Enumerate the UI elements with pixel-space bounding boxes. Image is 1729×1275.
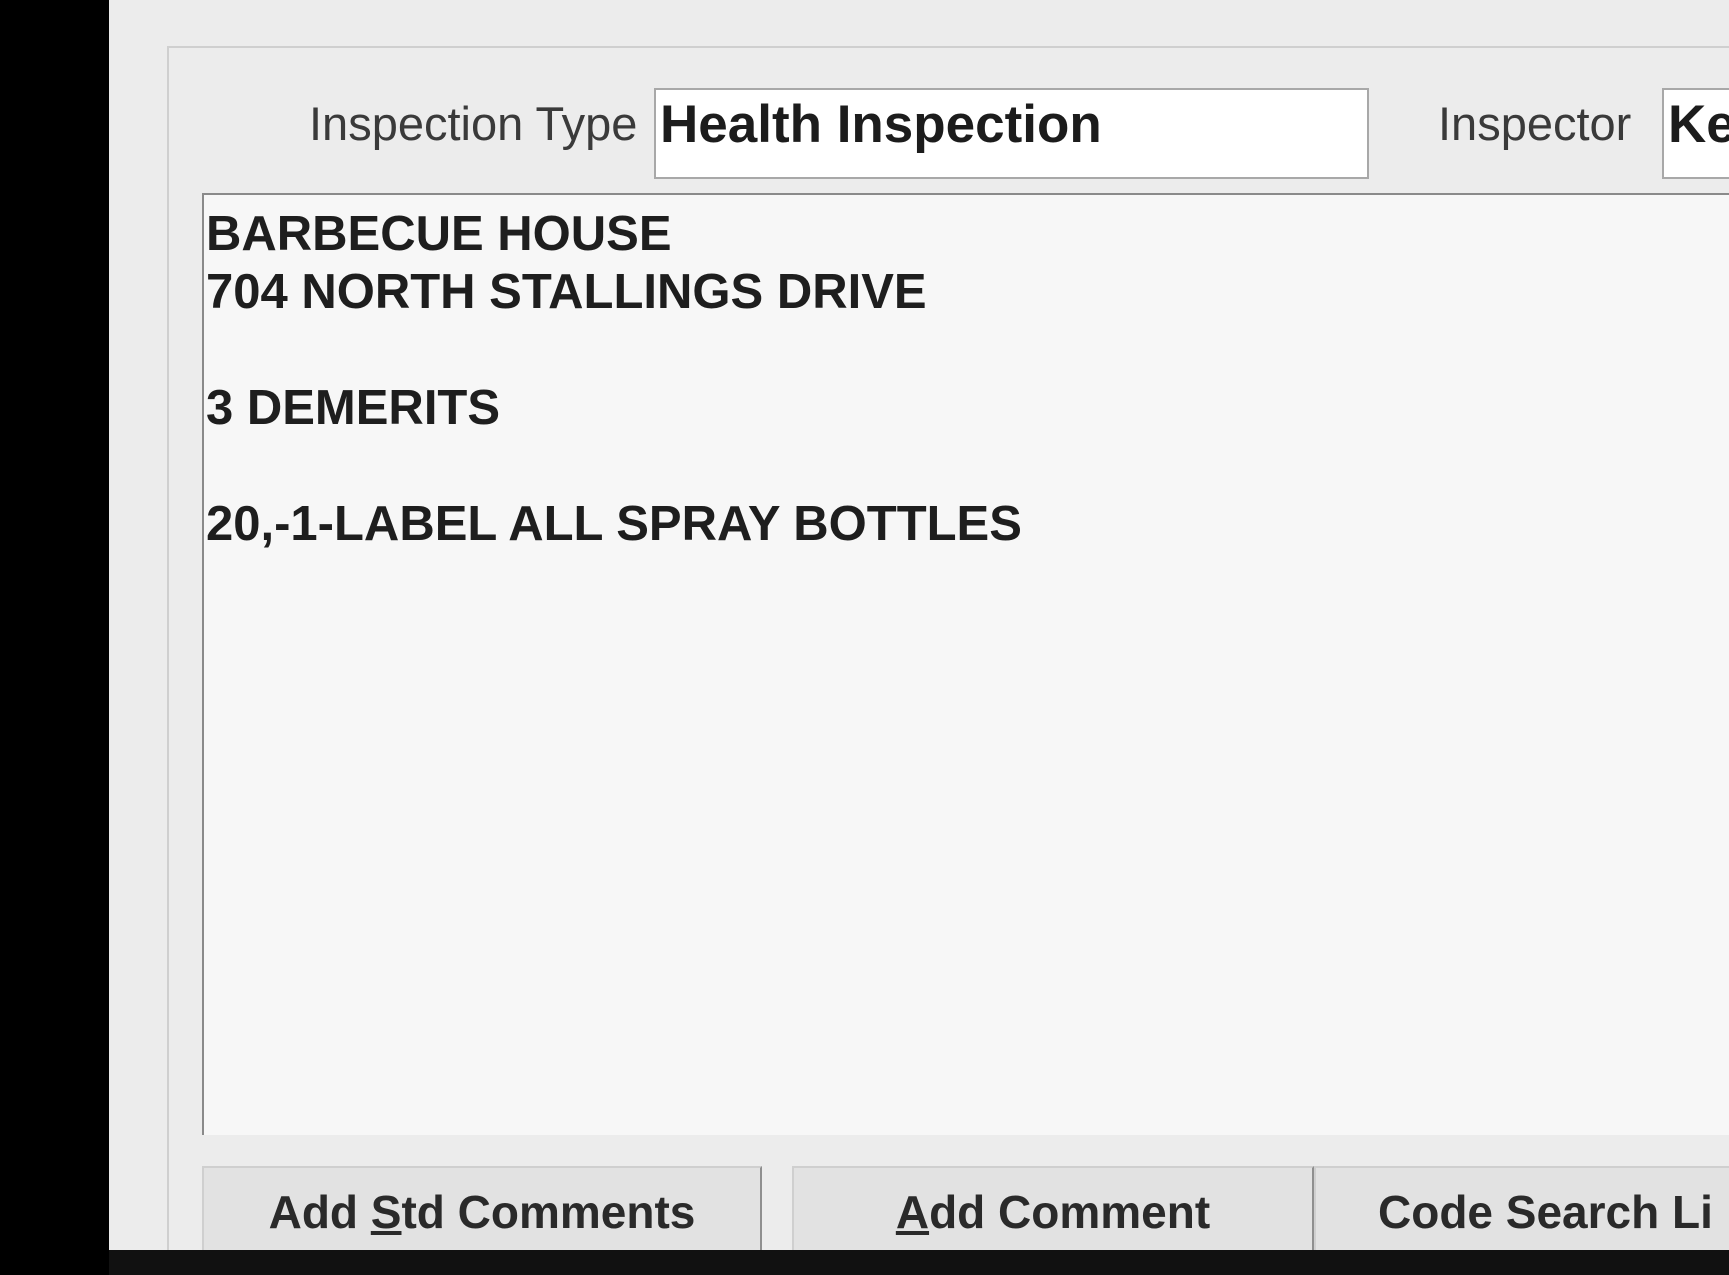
add-std-comments-label-pre: Add [268, 1186, 371, 1238]
comments-textarea[interactable]: BARBECUE HOUSE 704 NORTH STALLINGS DRIVE… [202, 193, 1729, 1135]
add-comment-button[interactable]: Add Comment [792, 1166, 1314, 1250]
inspection-form-window: Inspection Type Health Inspection Inspec… [109, 0, 1729, 1250]
code-search-label: Code Search Li [1378, 1186, 1713, 1238]
add-comment-label-post: dd Comment [929, 1186, 1211, 1238]
add-std-comments-button[interactable]: Add Std Comments [202, 1166, 762, 1250]
comment-line: BARBECUE HOUSE [206, 207, 672, 261]
comment-line: 3 DEMERITS [206, 381, 501, 435]
inspection-type-field[interactable]: Health Inspection [654, 88, 1369, 179]
scan-edge [109, 1250, 1729, 1275]
comment-line [206, 321, 1729, 379]
inspection-type-label: Inspection Type [309, 97, 638, 150]
add-std-comments-hotkey: S [370, 1186, 402, 1238]
add-std-comments-label-post: td Comments [401, 1186, 696, 1238]
inspector-label: Inspector [1438, 97, 1632, 150]
comment-line [206, 437, 1729, 495]
comment-line: 704 NORTH STALLINGS DRIVE [206, 265, 927, 319]
comment-line: 20,-1-LABEL ALL SPRAY BOTTLES [206, 497, 1022, 551]
code-search-button[interactable]: Code Search Li [1314, 1166, 1729, 1250]
add-comment-hotkey: A [895, 1186, 930, 1238]
inspector-field[interactable]: Ke [1662, 88, 1729, 179]
